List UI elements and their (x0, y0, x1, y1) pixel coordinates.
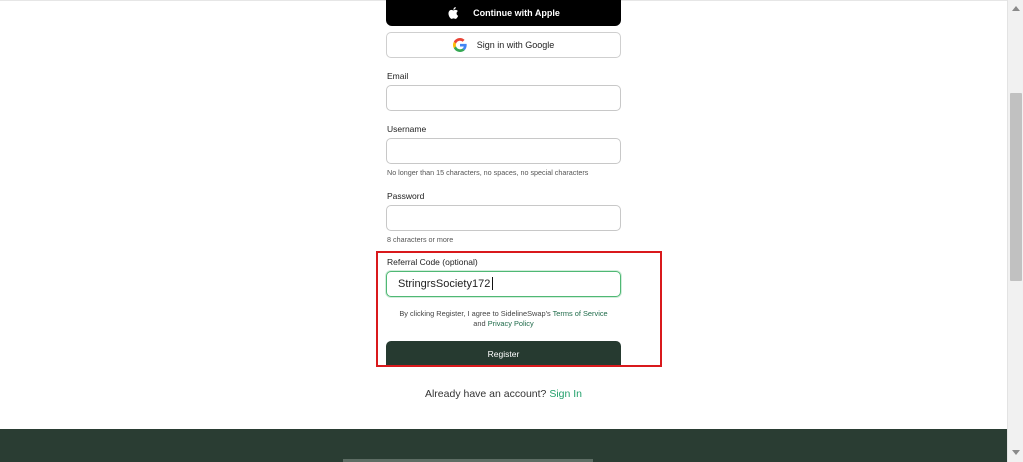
email-label: Email (387, 71, 409, 81)
apple-button-label: Continue with Apple (473, 8, 560, 18)
username-help-text: No longer than 15 characters, no spaces,… (387, 168, 589, 177)
password-field[interactable] (386, 205, 621, 231)
register-button[interactable]: Register (386, 341, 621, 366)
username-field[interactable] (386, 138, 621, 164)
terms-and-text: and (473, 319, 486, 328)
password-label: Password (387, 191, 425, 201)
sign-in-with-google-button[interactable]: Sign in with Google (386, 32, 621, 58)
already-account-text: Already have an account? (424, 388, 547, 400)
scroll-up-arrow-icon[interactable] (1012, 6, 1020, 11)
password-help-text: 8 characters or more (387, 235, 454, 244)
privacy-policy-link[interactable]: Privacy Policy (488, 319, 534, 328)
apple-icon (448, 7, 459, 19)
continue-with-apple-button[interactable]: Continue with Apple (386, 0, 621, 26)
google-button-label: Sign in with Google (476, 40, 555, 50)
google-icon (452, 38, 467, 52)
referral-code-field[interactable] (386, 271, 621, 297)
vertical-scrollbar[interactable] (1007, 0, 1023, 462)
terms-notice: By clicking Register, I agree to Sidelin… (386, 309, 621, 329)
terms-of-service-link[interactable]: Terms of Service (553, 309, 608, 318)
referral-code-label: Referral Code (optional) (387, 257, 478, 267)
username-label: Username (387, 124, 427, 134)
scrollbar-thumb[interactable] (1010, 93, 1022, 281)
register-page: Continue with Apple Sign in with Google … (0, 0, 1007, 462)
text-caret (492, 277, 493, 290)
sign-in-link[interactable]: Sign In (549, 388, 582, 400)
email-field[interactable] (386, 85, 621, 111)
already-have-account-prompt: Already have an account? Sign In (0, 388, 1007, 400)
page-footer (0, 429, 1007, 462)
terms-prefix-text: By clicking Register, I agree to Sidelin… (399, 309, 551, 318)
scroll-down-arrow-icon[interactable] (1012, 450, 1020, 455)
